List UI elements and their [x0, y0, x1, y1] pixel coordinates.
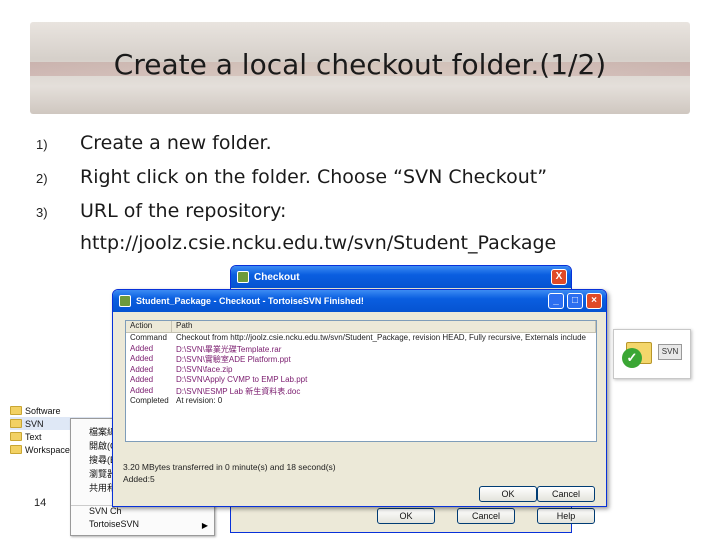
- repository-url: http://joolz.csie.ncku.edu.tw/svn/Studen…: [80, 232, 557, 254]
- folder-icon: [10, 445, 22, 454]
- folder-icon: [10, 406, 22, 415]
- log-row[interactable]: Added D:\SVN\face.zip: [126, 365, 596, 376]
- close-button[interactable]: ×: [586, 293, 602, 309]
- log-path: At revision: 0: [176, 396, 223, 405]
- log-action: Added: [130, 343, 154, 353]
- log-action: Added: [130, 385, 154, 395]
- folder-icon: [10, 432, 22, 441]
- finished-titlebar[interactable]: Student_Package - Checkout - TortoiseSVN…: [113, 290, 606, 312]
- log-row[interactable]: Added D:\SVN\Apply CVMP to EMP Lab.ppt: [126, 375, 596, 386]
- step-1: 1) Create a new folder.: [36, 132, 696, 166]
- step-number: 3): [36, 205, 48, 220]
- tree-item-label: SVN: [25, 418, 44, 429]
- log-row[interactable]: Added D:\SVN\實驗室ADE Platform.ppt: [126, 354, 596, 365]
- maximize-button[interactable]: □: [567, 293, 583, 309]
- cancel-button[interactable]: Cancel: [457, 508, 515, 524]
- checkout-finished-dialog: Student_Package - Checkout - TortoiseSVN…: [112, 289, 607, 507]
- tree-item-label: Workspace-: [25, 444, 73, 455]
- column-path[interactable]: Path: [172, 321, 596, 332]
- log-path: Checkout from http://joolz.csie.ncku.edu…: [176, 333, 586, 342]
- log-header: Action Path: [126, 321, 596, 333]
- checkmark-icon: ✓: [622, 348, 642, 368]
- minimize-button[interactable]: _: [548, 293, 564, 309]
- log-row[interactable]: Command Checkout from http://joolz.csie.…: [126, 333, 596, 344]
- help-button[interactable]: Help: [537, 508, 595, 524]
- log-path: D:\SVN\Apply CVMP to EMP Lab.ppt: [176, 375, 308, 384]
- svn-label: SVN: [658, 344, 682, 360]
- page-number: 14: [34, 497, 47, 509]
- added-count: Added:5: [123, 474, 155, 484]
- finished-title: Student_Package - Checkout - TortoiseSVN…: [136, 296, 364, 306]
- folder-icon: [10, 419, 22, 428]
- step-number: 2): [36, 171, 48, 186]
- log-action: Added: [130, 375, 154, 384]
- tortoisesvn-icon: [237, 271, 249, 283]
- tree-item-software[interactable]: Software: [10, 404, 120, 417]
- step-text: Create a new folder.: [80, 132, 272, 154]
- slide-title: Create a local checkout folder.(1/2): [113, 48, 607, 81]
- menu-item-svn-checkout[interactable]: SVN Ch: [71, 505, 214, 519]
- ok-button[interactable]: OK: [377, 508, 435, 524]
- checkout-title: Checkout: [254, 271, 300, 283]
- column-action[interactable]: Action: [126, 321, 172, 332]
- ok-button[interactable]: OK: [479, 486, 537, 502]
- log-action: Command: [130, 333, 167, 342]
- menu-item-tortoisesvn[interactable]: TortoiseSVN: [71, 519, 214, 533]
- log-path: D:\SVN\ESMP Lab 新生資料表.doc: [176, 386, 301, 396]
- checkout-titlebar[interactable]: Checkout: [231, 266, 571, 288]
- tortoisesvn-icon: [119, 295, 131, 307]
- log-path: D:\SVN\實驗室ADE Platform.ppt: [176, 355, 291, 364]
- tree-item-label: Text: [25, 431, 42, 442]
- step-text: Right click on the folder. Choose “SVN C…: [80, 166, 548, 188]
- tree-item-label: Software: [25, 405, 61, 416]
- step-number: 1): [36, 137, 48, 152]
- log-action: Added: [130, 354, 154, 363]
- svn-folder-icon: ✓ SVN: [613, 329, 691, 379]
- cancel-button[interactable]: Cancel: [537, 486, 595, 502]
- step-text: URL of the repository:: [80, 200, 287, 222]
- log-action: Completed: [130, 396, 169, 405]
- steps-list: 1) Create a new folder. 2) Right click o…: [36, 132, 696, 234]
- log-action: Added: [130, 364, 154, 374]
- checkout-log-list[interactable]: Action Path Command Checkout from http:/…: [125, 320, 597, 442]
- transfer-summary: 3.20 MBytes transferred in 0 minute(s) a…: [123, 462, 336, 472]
- step-3: 3) URL of the repository:: [36, 200, 696, 234]
- log-path: D:\SVN\畢業光碟Template.rar: [176, 344, 282, 354]
- submenu-arrow-icon: ▶: [201, 521, 208, 530]
- log-path: D:\SVN\face.zip: [176, 364, 233, 374]
- log-row[interactable]: Added D:\SVN\畢業光碟Template.rar: [126, 344, 596, 355]
- step-2: 2) Right click on the folder. Choose “SV…: [36, 166, 696, 200]
- log-row[interactable]: Added D:\SVN\ESMP Lab 新生資料表.doc: [126, 386, 596, 397]
- log-row[interactable]: Completed At revision: 0: [126, 396, 596, 407]
- close-button[interactable]: X: [551, 269, 567, 285]
